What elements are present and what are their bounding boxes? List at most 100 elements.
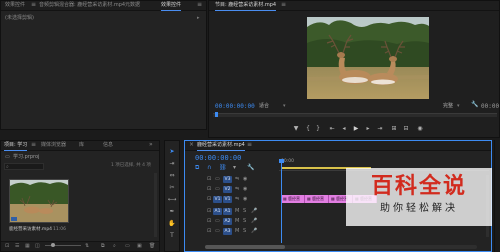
source-patch-icon[interactable]: ▭	[215, 175, 220, 184]
list-view-icon[interactable]: ☰	[15, 243, 19, 249]
track-name[interactable]: V2	[223, 186, 232, 193]
solo-icon[interactable]: S	[243, 217, 246, 226]
track-name[interactable]: A3	[223, 228, 232, 235]
sync-lock-icon[interactable]: ⇋	[235, 195, 239, 204]
slip-icon[interactable]: ⟷	[167, 195, 177, 205]
automate-icon[interactable]: ⧉	[101, 243, 105, 249]
step-back-icon[interactable]: ◂	[339, 125, 349, 133]
tab-effect-controls[interactable]: 效果控件	[5, 2, 25, 9]
timeline-scroll-thumb[interactable]	[205, 245, 285, 249]
project-menu-icon[interactable]: ≡	[31, 141, 36, 148]
pen-icon[interactable]: ✒	[167, 207, 177, 217]
type-icon[interactable]: T	[167, 231, 177, 241]
track-name[interactable]: A2	[223, 218, 232, 225]
selection-icon[interactable]: ➤	[167, 147, 177, 157]
program-playhead-marker[interactable]	[215, 112, 218, 117]
insert-icon[interactable]: ⊞	[389, 125, 399, 133]
lock-track-icon[interactable]: ⊡	[207, 175, 211, 184]
timeline-playhead-handle[interactable]	[279, 159, 284, 163]
tab-sequence[interactable]: 鹿经营采访素材.mp4	[197, 142, 245, 151]
resolution-chevron-icon[interactable]: ▾	[457, 103, 460, 109]
timeline-menu-icon[interactable]: ≡	[247, 141, 252, 148]
timeline-close-icon[interactable]: ×	[189, 141, 194, 148]
voiceover-mic-icon[interactable]: 🎤	[251, 227, 257, 236]
add-marker-icon[interactable]: ▾	[233, 165, 236, 171]
solo-icon[interactable]: S	[243, 207, 246, 216]
lock-track-icon[interactable]: ⊡	[207, 227, 211, 236]
tab-metadata[interactable]: 元数据	[125, 2, 140, 9]
ripple-edit-icon[interactable]: ⇔	[167, 171, 177, 181]
track-name[interactable]: V3	[223, 176, 232, 183]
lock-track-icon[interactable]: ⊡	[207, 207, 211, 216]
source-patch-icon[interactable]: ▭	[215, 217, 220, 226]
source-track-label[interactable]: A1	[213, 208, 222, 215]
sync-lock-icon[interactable]: ⇋	[235, 175, 239, 184]
export-frame-icon[interactable]: ◉	[415, 125, 425, 133]
project-overflow-icon[interactable]: »	[149, 141, 153, 148]
project-scrollbar[interactable]	[154, 173, 157, 237]
tab-media-browser[interactable]: 媒体浏览器	[41, 142, 66, 149]
hand-icon[interactable]: ✋	[167, 219, 177, 229]
tab-project[interactable]: 项目: 学习	[4, 142, 28, 151]
media-item[interactable]	[9, 179, 69, 223]
tab-program[interactable]: 节目: 鹿经营采访素材.mp4	[215, 2, 277, 11]
program-scrub-bar[interactable]	[213, 113, 497, 117]
play-icon[interactable]: ▶	[351, 125, 361, 133]
razor-icon[interactable]: ✂	[167, 183, 177, 193]
eye-icon[interactable]: ◉	[243, 195, 247, 204]
freeform-view-icon[interactable]: ◫	[35, 243, 40, 249]
lock-track-icon[interactable]: ⊡	[207, 185, 211, 194]
tab-info[interactable]: 信息	[103, 142, 113, 149]
lock-icon[interactable]: ⊡	[5, 243, 9, 249]
go-to-out-icon[interactable]: ⇥	[375, 125, 385, 133]
snap-icon[interactable]: ∩	[207, 165, 211, 171]
solo-icon[interactable]: S	[243, 227, 246, 236]
settings-wrench-icon[interactable]: 🔧	[247, 165, 254, 171]
overwrite-icon[interactable]: ⊟	[401, 125, 411, 133]
trash-icon[interactable]: 🗑	[149, 243, 155, 249]
timeline-clip[interactable]: ▦ 鹿经营	[305, 195, 329, 203]
out-point-icon[interactable]: }	[313, 125, 323, 133]
find-icon[interactable]: ⌕	[113, 243, 116, 249]
lock-track-icon[interactable]: ⊡	[207, 217, 211, 226]
marker-icon[interactable]: ▼	[291, 125, 301, 133]
track-name[interactable]: V1	[223, 196, 232, 203]
timeline-timecode[interactable]: 00:00:00:00	[195, 154, 241, 162]
linked-selection-icon[interactable]: ⛓	[219, 165, 227, 171]
zoom-level-dropdown[interactable]: 适合	[259, 103, 269, 109]
tab-effect-controls-active[interactable]: 效果控件	[161, 2, 182, 11]
mute-icon[interactable]: M	[235, 207, 239, 216]
timeline-playhead[interactable]	[281, 159, 282, 243]
tab-libraries[interactable]: 库	[79, 142, 84, 149]
step-forward-icon[interactable]: ▸	[363, 125, 373, 133]
lock-track-icon[interactable]: ⊡	[207, 195, 211, 204]
icon-view-icon[interactable]: ▦	[25, 243, 30, 249]
eye-icon[interactable]: ◉	[243, 185, 247, 194]
track-name[interactable]: A1	[223, 208, 232, 215]
in-point-icon[interactable]: {	[303, 125, 313, 133]
resolution-dropdown[interactable]: 完整	[443, 103, 453, 109]
tab-menu-icon[interactable]: ≡	[31, 1, 36, 8]
track-select-icon[interactable]: ⇥	[167, 159, 177, 169]
new-bin-icon[interactable]: ▭	[125, 243, 130, 249]
timeline-clip[interactable]: ▦ 鹿经营	[281, 195, 305, 203]
wrench-icon[interactable]: 🔧	[471, 102, 478, 108]
eye-icon[interactable]: ◉	[243, 175, 247, 184]
voiceover-mic-icon[interactable]: 🎤	[251, 207, 257, 216]
new-item-icon[interactable]: ▣	[137, 243, 142, 249]
source-track-label[interactable]: V1	[213, 196, 222, 203]
sort-icon[interactable]: ⇅	[85, 243, 89, 249]
go-to-in-icon[interactable]: ⇤	[327, 125, 337, 133]
voiceover-mic-icon[interactable]: 🎤	[251, 217, 257, 226]
project-search-input[interactable]	[4, 163, 44, 170]
nest-icon[interactable]: ⧉	[195, 165, 199, 171]
mute-icon[interactable]: M	[235, 227, 239, 236]
tab-audio-clip-mixer[interactable]: 音频剪辑混合器: 鹿经营采访素材.mp4	[39, 2, 125, 9]
program-timecode[interactable]: 00:00:00:00	[215, 103, 255, 110]
source-patch-icon[interactable]: ▭	[215, 227, 220, 236]
zoom-slider-handle[interactable]	[51, 243, 55, 247]
program-menu-icon[interactable]: ≡	[281, 1, 286, 8]
source-patch-icon[interactable]: ▭	[215, 185, 220, 194]
panel-menu-icon[interactable]: ≡	[197, 1, 202, 8]
zoom-chevron-icon[interactable]: ▾	[283, 103, 286, 109]
